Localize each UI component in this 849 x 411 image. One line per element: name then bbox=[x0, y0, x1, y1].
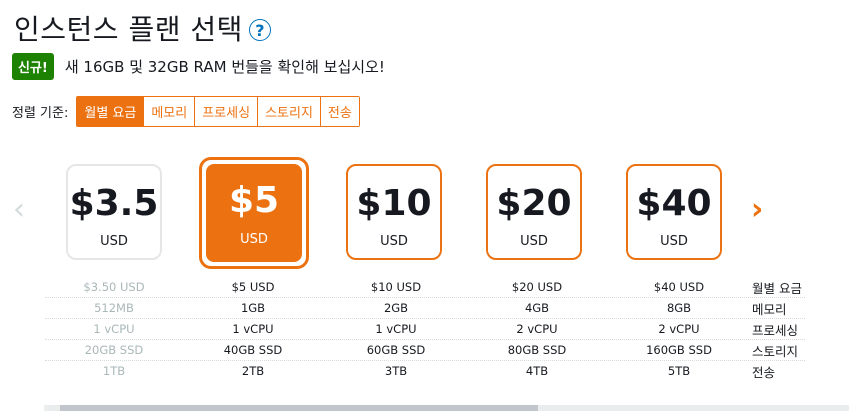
plan-spec-table: $3.50 USD $5 USD $10 USD $20 USD $40 USD… bbox=[45, 277, 805, 381]
spec-cell: 160GB SSD bbox=[646, 343, 712, 357]
plan-price: $5 bbox=[228, 180, 280, 221]
help-icon[interactable]: ? bbox=[248, 19, 271, 41]
plan-currency: USD bbox=[240, 232, 268, 247]
notice-text: 새 16GB 및 32GB RAM 번들을 확인해 보십시오! bbox=[64, 58, 385, 76]
spec-cell: $10 USD bbox=[370, 280, 422, 294]
spec-row-price: $3.50 USD $5 USD $10 USD $20 USD $40 USD… bbox=[45, 277, 805, 298]
spec-cell: $20 USD bbox=[511, 280, 563, 294]
sort-option-monthly-price[interactable]: 월별 요금 bbox=[77, 97, 144, 126]
sort-option-storage[interactable]: 스토리지 bbox=[257, 97, 320, 126]
title-row: 인스턴스 플랜 선택 ? bbox=[14, 8, 271, 48]
sort-label: 정렬 기준: bbox=[12, 106, 69, 121]
spec-cell: $5 USD bbox=[231, 280, 275, 294]
spec-cell: 2 vCPU bbox=[516, 322, 558, 336]
spec-cell: 3TB bbox=[384, 364, 408, 378]
spec-cell: 4TB bbox=[525, 364, 549, 378]
spec-cell: 2 vCPU bbox=[658, 322, 700, 336]
spec-cell: 1 vCPU bbox=[232, 322, 274, 336]
spec-label: 메모리 bbox=[752, 301, 787, 317]
spec-row-transfer: 1TB 2TB 3TB 4TB 5TB 전송 bbox=[45, 361, 805, 381]
plan-card-5-fill: $5 USD bbox=[206, 164, 302, 262]
spec-cell: 40GB SSD bbox=[223, 343, 283, 357]
sort-segmented-control: 월별 요금 메모리 프로세싱 스토리지 전송 bbox=[76, 96, 360, 127]
plan-currency: USD bbox=[100, 234, 128, 249]
spec-cell: 512MB bbox=[94, 301, 134, 315]
spec-cell: 80GB SSD bbox=[507, 343, 567, 357]
page-title: 인스턴스 플랜 선택 bbox=[14, 13, 243, 46]
plan-card-3-5[interactable]: $3.5 USD bbox=[66, 164, 162, 260]
sort-option-memory[interactable]: 메모리 bbox=[143, 97, 195, 126]
plan-card-5-selected[interactable]: $5 USD bbox=[199, 157, 309, 269]
chevron-right-icon[interactable]: › bbox=[751, 195, 763, 225]
spec-row-storage: 20GB SSD 40GB SSD 60GB SSD 80GB SSD 160G… bbox=[45, 340, 805, 361]
chevron-left-icon[interactable]: ‹ bbox=[13, 195, 25, 225]
plan-price: $40 bbox=[636, 183, 712, 224]
sort-option-processing[interactable]: 프로세싱 bbox=[194, 97, 258, 126]
spec-label: 스토리지 bbox=[752, 343, 799, 359]
spec-label: 월별 요금 bbox=[752, 280, 802, 296]
plan-price: $10 bbox=[356, 183, 432, 224]
spec-cell: 1 vCPU bbox=[375, 322, 417, 336]
plan-price: $3.5 bbox=[69, 183, 159, 224]
plan-price: $20 bbox=[496, 183, 572, 224]
sort-option-transfer[interactable]: 전송 bbox=[319, 97, 359, 126]
plan-currency: USD bbox=[520, 234, 548, 249]
spec-cell: 2TB bbox=[241, 364, 265, 378]
spec-cell: 1 vCPU bbox=[93, 322, 135, 336]
plan-card-20[interactable]: $20 USD bbox=[486, 164, 582, 260]
scrollbar-thumb[interactable] bbox=[60, 405, 538, 411]
new-badge: 신규! bbox=[12, 53, 54, 80]
plan-card-10[interactable]: $10 USD bbox=[346, 164, 442, 260]
new-bundles-notice: 신규! 새 16GB 및 32GB RAM 번들을 확인해 보십시오! bbox=[12, 53, 385, 80]
spec-row-memory: 512MB 1GB 2GB 4GB 8GB 메모리 bbox=[45, 298, 805, 319]
spec-cell: 1TB bbox=[102, 364, 126, 378]
plan-card-40[interactable]: $40 USD bbox=[626, 164, 722, 260]
spec-cell: 1GB bbox=[240, 301, 266, 315]
spec-cell: 5TB bbox=[667, 364, 691, 378]
spec-row-processing: 1 vCPU 1 vCPU 1 vCPU 2 vCPU 2 vCPU 프로세싱 bbox=[45, 319, 805, 340]
plan-currency: USD bbox=[380, 234, 408, 249]
spec-cell: 8GB bbox=[666, 301, 692, 315]
spec-cell: $3.50 USD bbox=[83, 280, 145, 294]
spec-cell: $40 USD bbox=[653, 280, 705, 294]
spec-cell: 60GB SSD bbox=[366, 343, 426, 357]
sort-control: 정렬 기준: 월별 요금 메모리 프로세싱 스토리지 전송 bbox=[12, 96, 360, 127]
plan-currency: USD bbox=[660, 234, 688, 249]
spec-cell: 2GB bbox=[383, 301, 409, 315]
spec-cell: 20GB SSD bbox=[84, 343, 144, 357]
spec-label: 전송 bbox=[752, 364, 776, 380]
spec-label: 프로세싱 bbox=[752, 322, 799, 338]
spec-cell: 4GB bbox=[524, 301, 550, 315]
